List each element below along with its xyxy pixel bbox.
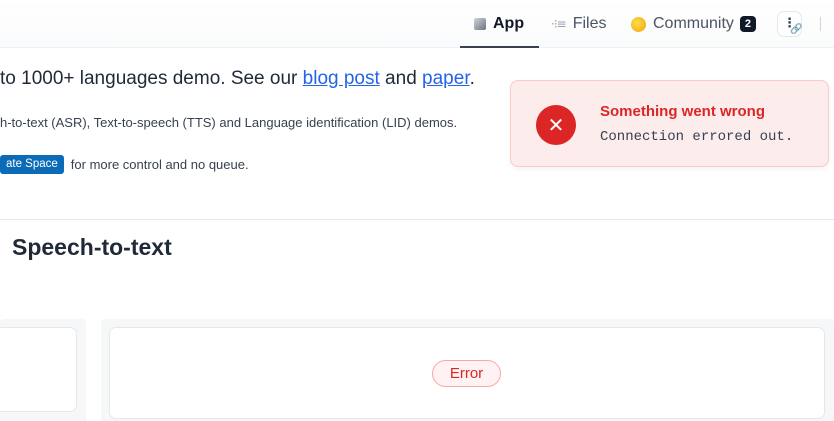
toast-message: Connection errored out. bbox=[600, 129, 794, 145]
tab-app[interactable]: App bbox=[459, 0, 540, 48]
section-title: Speech-to-text bbox=[12, 234, 172, 260]
paper-link[interactable]: paper bbox=[422, 68, 470, 89]
community-count-badge: 2 bbox=[739, 16, 756, 32]
cube-icon bbox=[474, 18, 486, 30]
duplicate-note: for more control and no queue. bbox=[70, 157, 249, 172]
nav-divider bbox=[820, 17, 821, 31]
tab-community-label: Community bbox=[653, 15, 734, 32]
files-icon: ·⁝≡ bbox=[551, 17, 567, 31]
blog-post-link[interactable]: blog post bbox=[303, 68, 380, 89]
hand-icon bbox=[631, 16, 646, 32]
intro-text-mid: and bbox=[379, 68, 423, 89]
intro-description: h-to-text (ASR), Text-to-speech (TTS) an… bbox=[0, 115, 458, 130]
tab-files[interactable]: ·⁝≡ Files bbox=[551, 0, 606, 48]
error-status-badge: Error bbox=[432, 360, 501, 387]
tab-app-label: App bbox=[493, 15, 525, 32]
top-nav: App ·⁝≡ Files Community 2 ⋮ 🔗 bbox=[0, 0, 834, 48]
input-panel[interactable] bbox=[0, 327, 77, 412]
section-divider bbox=[0, 219, 834, 220]
page: App ·⁝≡ Files Community 2 ⋮ 🔗 to 1000+ l… bbox=[0, 0, 834, 421]
link-icon: 🔗 bbox=[790, 24, 803, 35]
intro-text-end: . bbox=[469, 68, 475, 89]
intro-heading: to 1000+ languages demo. See our blog po… bbox=[0, 68, 475, 90]
error-toast[interactable]: ✕ Something went wrong Connection errore… bbox=[510, 80, 829, 167]
error-close-icon: ✕ bbox=[536, 105, 576, 145]
duplicate-space-button[interactable]: ate Space bbox=[0, 155, 64, 174]
tab-files-label: Files bbox=[572, 15, 607, 32]
tab-community[interactable]: Community 2 bbox=[631, 0, 756, 48]
duplicate-row: ate Space for more control and no queue. bbox=[0, 155, 249, 174]
intro-text: to 1000+ languages demo. See our bbox=[0, 68, 303, 89]
toast-title: Something went wrong bbox=[600, 103, 765, 120]
